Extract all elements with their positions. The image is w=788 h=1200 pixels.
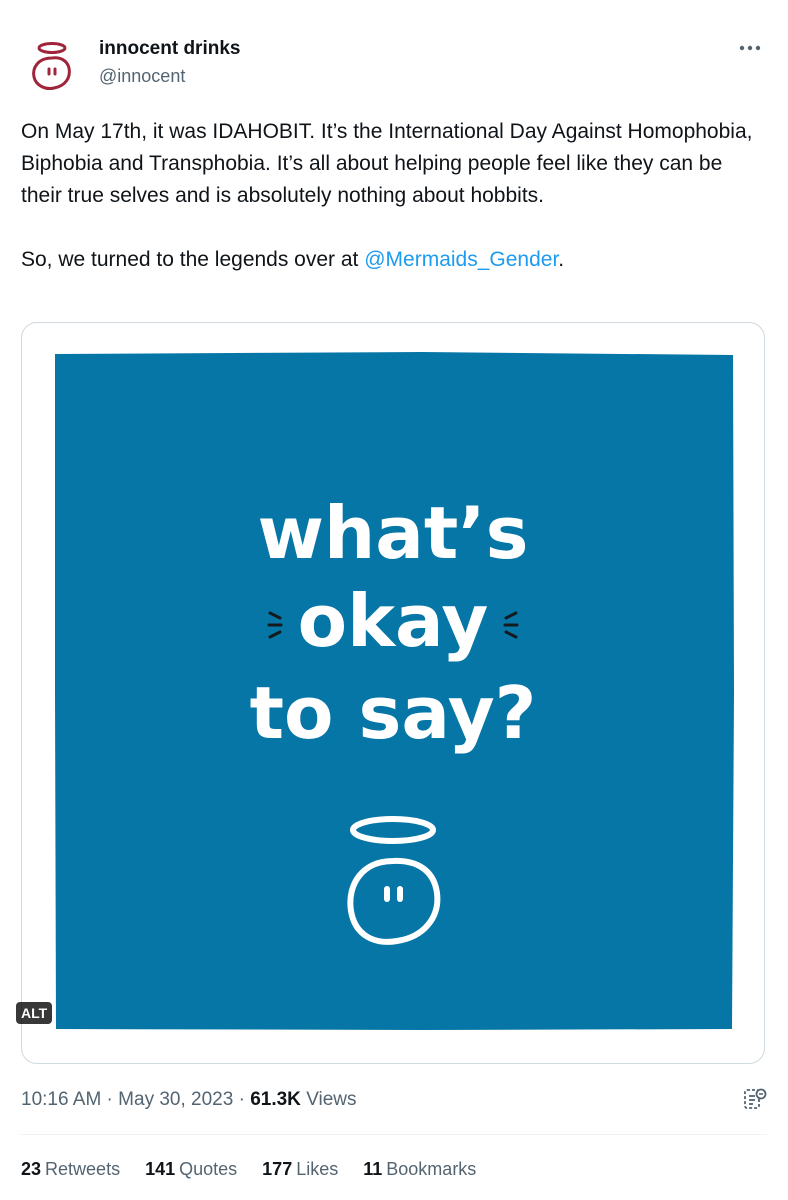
tweet-meta: 10:16 AM · May 30, 2023 · 61.3K Views: [21, 1087, 357, 1113]
bookmarks-stat[interactable]: 11 Bookmarks: [363, 1157, 476, 1181]
retweets-count: 23: [21, 1159, 42, 1179]
tweet-paragraph-2-suffix: .: [558, 248, 565, 271]
engagement-stats: 23 Retweets 141 Quotes 177 Likes 11 Bookmark…: [21, 1157, 501, 1181]
artwork-line-2: okay: [298, 579, 489, 663]
bookmarks-label: Bookmarks: [386, 1159, 477, 1179]
innocent-logo-icon: [32, 42, 71, 90]
retweets-stat[interactable]: 23 Retweets: [21, 1157, 120, 1181]
avatar[interactable]: [22, 36, 82, 96]
tweet-text: On May 17th, it was IDAHOBIT. It’s the I…: [21, 116, 756, 276]
likes-label: Likes: [296, 1159, 339, 1179]
alt-text-badge[interactable]: ALT: [16, 1002, 53, 1024]
views-count: 61.3K: [250, 1089, 301, 1110]
quotes-count: 141: [145, 1159, 176, 1179]
quotes-label: Quotes: [179, 1159, 238, 1179]
artwork-line-3: to say?: [250, 671, 537, 755]
tweet-paragraph-1: On May 17th, it was IDAHOBIT. It’s the I…: [21, 120, 759, 207]
tweet-time[interactable]: 10:16 AM: [21, 1089, 101, 1110]
display-name[interactable]: innocent drinks: [99, 38, 240, 60]
retweets-label: Retweets: [45, 1159, 121, 1179]
more-icon: [739, 45, 761, 51]
likes-count: 177: [262, 1159, 293, 1179]
bookmarks-count: 11: [363, 1159, 383, 1179]
author-block: innocent drinks @innocent: [99, 38, 240, 87]
views-label: Views: [306, 1089, 357, 1110]
meta-separator: ·: [101, 1089, 119, 1110]
analytics-button[interactable]: [742, 1086, 768, 1112]
tweet-date[interactable]: May 30, 2023: [118, 1089, 233, 1110]
analytics-icon: [744, 1088, 767, 1109]
artwork-line-1: what’s: [258, 491, 529, 575]
meta-separator: ·: [233, 1089, 251, 1110]
media-image[interactable]: what’s okay to say?: [21, 322, 765, 1064]
mention-link[interactable]: @Mermaids_Gender: [364, 248, 558, 271]
quotes-stat[interactable]: 141 Quotes: [145, 1157, 237, 1181]
tweet-paragraph-2-prefix: So, we turned to the legends over at: [21, 248, 365, 271]
likes-stat[interactable]: 177 Likes: [262, 1157, 338, 1181]
more-options-button[interactable]: [734, 36, 766, 60]
username-handle[interactable]: @innocent: [99, 65, 240, 87]
divider: [21, 1134, 767, 1135]
media-artwork: what’s okay to say?: [55, 352, 734, 1030]
